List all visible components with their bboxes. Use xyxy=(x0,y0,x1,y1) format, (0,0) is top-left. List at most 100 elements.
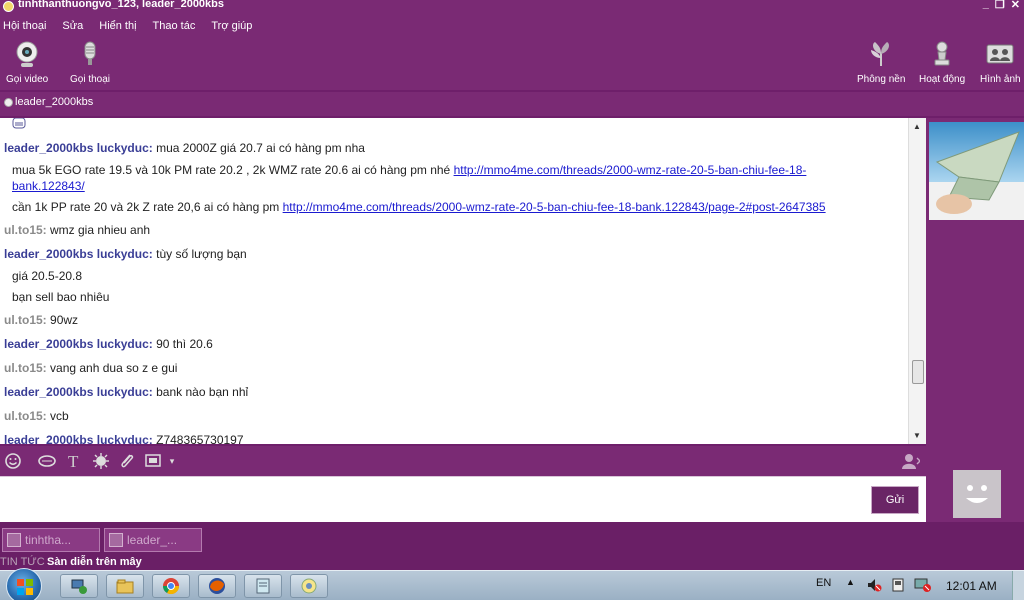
format-toolbar: T ▾ xyxy=(0,446,926,476)
taskbar-item-network[interactable] xyxy=(60,574,98,598)
taskbar-item-chrome[interactable] xyxy=(152,574,190,598)
message-link[interactable]: http://mmo4me.com/threads/2000-wmz-rate-… xyxy=(454,163,807,177)
menu-item-view[interactable]: Hiển thị xyxy=(99,20,136,32)
show-desktop-button[interactable] xyxy=(1012,571,1024,600)
text-format-icon[interactable]: T xyxy=(65,452,83,471)
volume-muted-icon[interactable] xyxy=(866,577,882,596)
taskbar-item-notepad[interactable] xyxy=(244,574,282,598)
send-button[interactable]: Gửi xyxy=(871,486,919,514)
taskbar-item-firefox[interactable] xyxy=(198,574,236,598)
message-text: cần 1k PP rate 20 và 2k Z rate 20,6 ai c… xyxy=(12,200,283,214)
message-text: wmz gia nhieu anh xyxy=(50,223,151,237)
background-button[interactable]: Phông nền xyxy=(857,40,905,85)
ad-banner[interactable] xyxy=(929,122,1024,220)
message: leader_2000kbs luckyduc: mua 2000Z giá 2… xyxy=(4,140,365,156)
message-text: vang anh dua so z e gui xyxy=(50,361,178,375)
message-text: tùy số lượng bạn xyxy=(156,247,247,261)
message-text: mua 5k EGO rate 19.5 và 10k PM rate 20.2… xyxy=(12,163,454,177)
conversation-tabs: tinhtha... leader_... xyxy=(0,522,1024,554)
message-continuation: cần 1k PP rate 20 và 2k Z rate 20,6 ai c… xyxy=(12,199,892,215)
emoticon-icon xyxy=(12,118,26,133)
chevron-down-icon[interactable]: ▾ xyxy=(163,452,181,470)
background-label: Phông nền xyxy=(857,74,906,85)
news-headline[interactable]: Sàn diễn trên mây xyxy=(47,556,142,568)
chat-scrollbar[interactable]: ▲ ▼ xyxy=(908,118,926,444)
message: leader_2000kbs luckyduc: 90 thì 20.6 xyxy=(4,336,213,352)
smiley-icon[interactable] xyxy=(4,452,22,470)
insert-image-icon[interactable] xyxy=(145,452,163,470)
voice-call-label: Gọi thoại xyxy=(70,74,111,85)
message: ul.to15: 90wz xyxy=(4,312,78,328)
menu-item-edit[interactable]: Sửa xyxy=(62,20,83,32)
contact-name[interactable]: leader_2000kbs xyxy=(15,96,93,108)
conversation-icon xyxy=(7,533,21,547)
scrollbar-thumb[interactable] xyxy=(912,360,924,384)
scroll-down-icon[interactable]: ▼ xyxy=(913,431,921,440)
network-warning-icon[interactable] xyxy=(914,577,932,596)
webcam-icon xyxy=(13,40,41,68)
message-text: Z748365730197 xyxy=(156,433,244,444)
leaf-icon xyxy=(867,40,895,68)
activities-label: Hoạt động xyxy=(919,74,966,85)
message-continuation: giá 20.5-20.8 xyxy=(12,269,83,283)
chat-area: leader_2000kbs luckyduc: mua 2000Z giá 2… xyxy=(0,118,926,444)
taskbar-item-explorer[interactable] xyxy=(106,574,144,598)
maximize-icon[interactable]: ❐ xyxy=(995,0,1005,11)
tab-conversation-2[interactable]: leader_... xyxy=(104,528,202,552)
message-sender: leader_2000kbs luckyduc: xyxy=(4,433,153,444)
voice-call-button[interactable]: Gọi thoại xyxy=(70,40,110,85)
message-continuation: bạn sell bao nhiêu xyxy=(12,290,110,304)
language-indicator[interactable]: EN xyxy=(816,577,831,589)
menu-item-actions[interactable]: Thao tác xyxy=(153,20,196,32)
tab-conversation-1[interactable]: tinhtha... xyxy=(2,528,100,552)
contact-info-icon[interactable] xyxy=(900,452,921,470)
message: leader_2000kbs luckyduc: bank nào bạn nh… xyxy=(4,384,248,400)
message-text: vcb xyxy=(50,409,69,423)
message-sender: ul.to15: xyxy=(4,223,47,237)
minimize-icon[interactable]: _ xyxy=(983,0,989,11)
message-link[interactable]: http://mmo4me.com/threads/2000-wmz-rate-… xyxy=(283,200,826,214)
clock[interactable]: 12:01 AM xyxy=(946,579,997,593)
tab-label: leader_... xyxy=(127,533,178,547)
conversation-icon xyxy=(109,533,123,547)
taskbar-item-messenger[interactable] xyxy=(290,574,328,598)
tray-expand-icon[interactable]: ▲ xyxy=(846,577,855,587)
tab-label: tinhtha... xyxy=(25,533,72,547)
video-call-button[interactable]: Gọi video xyxy=(6,40,48,85)
message-link[interactable]: bank.122843/ xyxy=(12,179,85,193)
message-sender: leader_2000kbs luckyduc: xyxy=(4,385,153,399)
message-sender: leader_2000kbs luckyduc: xyxy=(4,247,153,261)
close-icon[interactable]: ✕ xyxy=(1011,0,1020,11)
device-icon[interactable] xyxy=(890,577,906,596)
message-sender: leader_2000kbs luckyduc: xyxy=(4,141,153,155)
message-continuation: mua 5k EGO rate 19.5 và 10k PM rate 20.2… xyxy=(12,162,892,194)
message-text: 90wz xyxy=(50,313,79,327)
photos-icon xyxy=(986,40,1014,68)
attachment-icon[interactable] xyxy=(118,452,136,470)
activities-button[interactable]: Hoạt động xyxy=(919,40,965,85)
photos-label: Hình ảnh xyxy=(980,74,1021,85)
audibles-icon[interactable] xyxy=(92,452,110,470)
photos-button[interactable]: Hình ảnh xyxy=(980,40,1021,85)
avatar[interactable] xyxy=(953,470,1001,518)
message: ul.to15: wmz gia nhieu anh xyxy=(4,222,150,238)
message-sender: leader_2000kbs luckyduc: xyxy=(4,337,153,351)
menu-item-help[interactable]: Trợ giúp xyxy=(211,20,252,32)
message-sender: ul.to15: xyxy=(4,409,47,423)
start-button[interactable] xyxy=(6,568,42,600)
message: ul.to15: vcb xyxy=(4,408,69,424)
svg-text:T: T xyxy=(68,452,79,470)
message: ul.to15: vang anh dua so z e gui xyxy=(4,360,177,376)
buzz-icon[interactable] xyxy=(38,452,56,470)
scroll-up-icon[interactable]: ▲ xyxy=(913,122,921,131)
message-text: 90 thì 20.6 xyxy=(156,337,213,351)
message: leader_2000kbs luckyduc: Z748365730197 xyxy=(4,432,244,444)
message-input[interactable]: Gửi xyxy=(0,476,926,522)
app-icon xyxy=(3,1,14,12)
window-controls: _ ❐ ✕ xyxy=(983,0,1020,11)
contact-bar: leader_2000kbs xyxy=(0,92,1024,116)
message-text: mua 2000Z giá 20.7 ai có hàng pm nha xyxy=(156,141,365,155)
menu-item-conversation[interactable]: Hội thoại xyxy=(3,20,46,32)
chat-history: leader_2000kbs luckyduc: mua 2000Z giá 2… xyxy=(0,118,908,444)
news-label: TIN TỨC xyxy=(0,556,45,568)
